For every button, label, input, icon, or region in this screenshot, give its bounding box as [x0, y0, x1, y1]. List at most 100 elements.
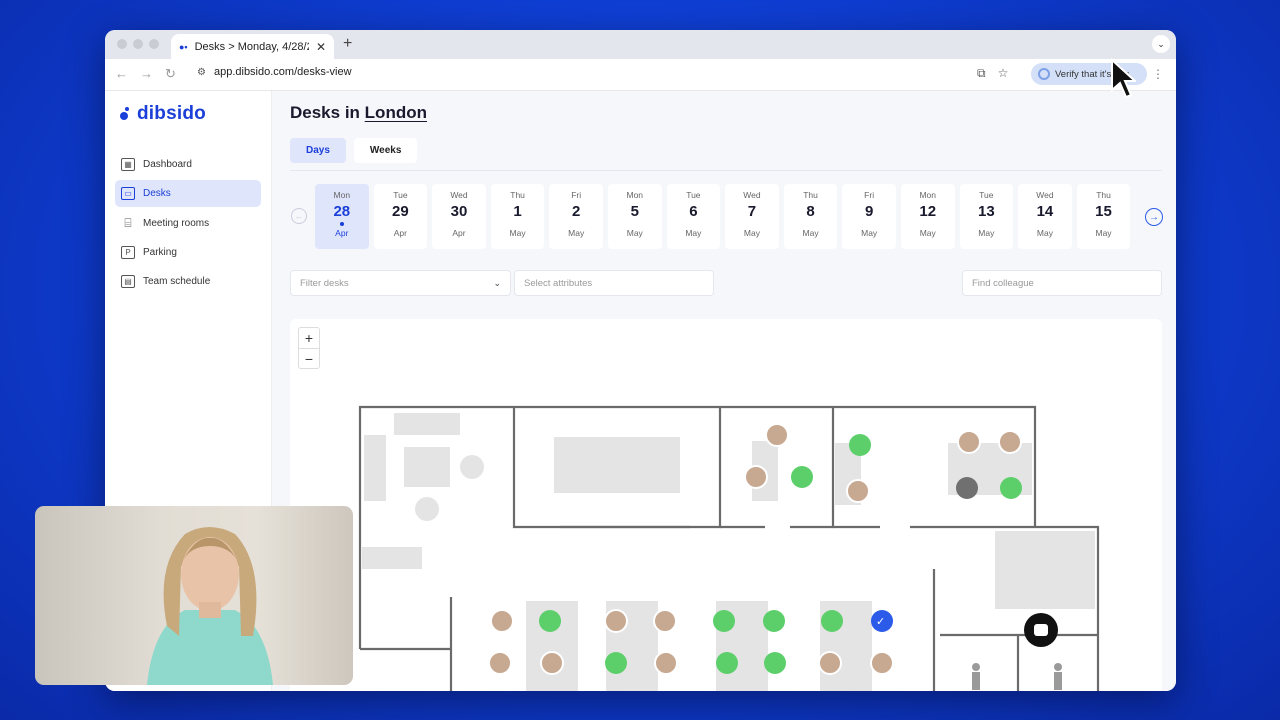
- date-number: 7: [747, 203, 757, 220]
- date-card[interactable]: Fri 9 May: [842, 184, 896, 249]
- date-weekday: Tue: [686, 190, 701, 200]
- date-month: May: [861, 228, 878, 238]
- date-weekday: Fri: [571, 190, 582, 200]
- date-month: May: [802, 228, 819, 238]
- date-month: May: [743, 228, 760, 238]
- date-weekday: Wed: [1036, 190, 1054, 200]
- logo-mark-icon: [120, 106, 134, 122]
- date-number: 5: [630, 203, 639, 220]
- date-month: Apr: [452, 228, 466, 238]
- date-month: May: [1036, 228, 1053, 238]
- date-month: Apr: [335, 228, 349, 238]
- date-number: 15: [1095, 203, 1112, 220]
- url-text: app.dibsido.com/desks-view: [213, 66, 352, 78]
- select-attributes-placeholder: Select attributes: [524, 277, 593, 289]
- sidebar-item-label: Parking: [143, 246, 177, 258]
- date-strip: Mon 28 Apr Tue 29 Apr Wed 30 Apr Thu 1 May Fri 2 May Mo…: [315, 184, 1131, 249]
- calendar-icon: ▤: [121, 275, 135, 289]
- date-month: May: [626, 228, 643, 238]
- date-weekday: Fri: [864, 190, 875, 200]
- window-controls[interactable]: [117, 39, 159, 49]
- date-card[interactable]: Tue 6 May: [666, 184, 721, 249]
- date-card[interactable]: Mon 28 Apr: [315, 184, 369, 249]
- logo-text: dibsido: [137, 103, 206, 124]
- date-card[interactable]: Tue 13 May: [959, 184, 1014, 249]
- date-weekday: Thu: [510, 190, 525, 200]
- grid-icon: ▦: [121, 158, 135, 171]
- location-selector[interactable]: London: [365, 103, 427, 122]
- select-attributes-select[interactable]: Select attributes: [514, 270, 714, 296]
- next-dates-icon[interactable]: →: [1145, 208, 1163, 226]
- close-tab-icon[interactable]: ✕: [316, 40, 326, 54]
- zoom-in-button[interactable]: +: [299, 328, 319, 348]
- date-month: May: [568, 228, 585, 238]
- date-card[interactable]: Wed 14 May: [1018, 184, 1072, 249]
- filter-desks-placeholder: Filter desks: [300, 277, 349, 289]
- date-card[interactable]: Wed 30 Apr: [432, 184, 486, 249]
- date-card[interactable]: Wed 7 May: [725, 184, 779, 249]
- date-card[interactable]: Thu 8 May: [783, 184, 838, 249]
- sidebar-item-team-schedule[interactable]: ▤ Team schedule: [115, 268, 261, 295]
- easel-icon: ⌸: [124, 215, 132, 230]
- date-card[interactable]: Mon 12 May: [900, 184, 955, 249]
- date-card[interactable]: Thu 1 May: [490, 184, 545, 249]
- date-month: May: [919, 228, 936, 238]
- find-colleague-input[interactable]: Find colleague: [962, 270, 1162, 296]
- address-bar-actions: ⧉ ☆: [977, 66, 1008, 81]
- sidebar-item-label: Team schedule: [143, 276, 211, 288]
- date-number: 9: [864, 203, 874, 220]
- reload-icon[interactable]: ↻: [165, 66, 176, 82]
- tab-search-icon[interactable]: ⌄: [1152, 35, 1170, 53]
- chat-support-button[interactable]: [1024, 613, 1058, 647]
- prev-dates-icon[interactable]: ←: [291, 208, 307, 224]
- sidebar-item-dashboard[interactable]: ▦ Dashboard: [115, 151, 261, 178]
- tab-days[interactable]: Days: [290, 138, 346, 163]
- forward-icon[interactable]: →: [140, 66, 153, 81]
- date-weekday: Wed: [743, 190, 761, 200]
- parking-icon: P: [121, 245, 135, 259]
- find-colleague-placeholder: Find colleague: [972, 277, 1034, 289]
- date-card[interactable]: Tue 29 Apr: [373, 184, 428, 249]
- date-weekday: Thu: [803, 190, 818, 200]
- monitor-icon: ▭: [121, 187, 135, 201]
- date-month: May: [509, 228, 526, 238]
- date-weekday: Mon: [919, 190, 936, 200]
- date-card[interactable]: Fri 2 May: [549, 184, 603, 249]
- date-month: May: [1095, 228, 1112, 238]
- selected-indicator: [339, 222, 344, 226]
- tab-weeks[interactable]: Weeks: [353, 138, 418, 163]
- date-weekday: Mon: [333, 190, 351, 200]
- date-card[interactable]: Mon 5 May: [607, 184, 662, 249]
- date-month: Apr: [393, 228, 407, 238]
- zoom-out-button[interactable]: −: [299, 348, 319, 368]
- url-field[interactable]: ⚙ app.dibsido.com/desks-view: [197, 66, 352, 78]
- chat-icon: [1034, 624, 1048, 636]
- dibsido-logo[interactable]: dibsido: [120, 103, 206, 125]
- site-settings-icon[interactable]: ⚙: [197, 67, 206, 78]
- date-weekday: Tue: [393, 190, 408, 200]
- date-weekday: Tue: [979, 190, 994, 200]
- sidebar-nav: ▦ Dashboard ▭ Desks ⌸ Meeting rooms P Pa…: [115, 151, 261, 297]
- date-number: 2: [572, 203, 581, 220]
- date-number: 30: [450, 203, 468, 220]
- chevron-down-icon: ⌄: [493, 277, 501, 288]
- sidebar-item-desks[interactable]: ▭ Desks: [115, 180, 261, 208]
- date-weekday: Wed: [450, 190, 468, 200]
- date-number: 14: [1036, 203, 1054, 220]
- date-number: 28: [333, 203, 351, 220]
- sidebar-item-meeting-rooms[interactable]: ⌸ Meeting rooms: [115, 210, 261, 237]
- install-app-icon[interactable]: ⧉: [977, 66, 986, 81]
- date-month: May: [978, 228, 995, 238]
- date-number: 1: [513, 203, 522, 220]
- back-icon[interactable]: ←: [115, 66, 128, 81]
- filter-desks-select[interactable]: Filter desks ⌄: [290, 270, 511, 296]
- sidebar-item-parking[interactable]: P Parking: [115, 239, 261, 266]
- date-card[interactable]: Thu 15 May: [1076, 184, 1131, 249]
- mouse-cursor-icon: [1111, 58, 1136, 99]
- page-title: Desks in London: [290, 103, 427, 123]
- new-tab-button[interactable]: +: [343, 35, 352, 53]
- bookmark-star-icon[interactable]: ☆: [998, 66, 1009, 81]
- browser-tab[interactable]: ●• Desks > Monday, 4/28/2025 ✕: [171, 34, 334, 59]
- browser-menu-icon[interactable]: ⋮: [1152, 67, 1164, 81]
- verify-icon: [1038, 68, 1050, 80]
